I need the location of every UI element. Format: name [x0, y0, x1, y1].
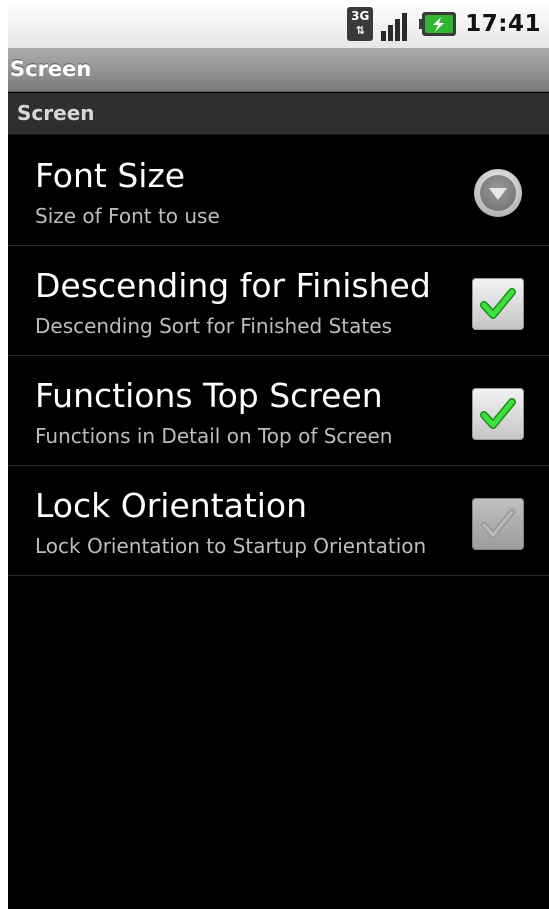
pref-font-size[interactable]: Font Size Size of Font to use — [8, 136, 549, 246]
category-label: Screen — [17, 101, 95, 125]
pref-summary: Size of Font to use — [35, 204, 220, 228]
checkmark-icon — [481, 509, 515, 538]
battery-charging-icon — [419, 10, 457, 38]
preference-category-header: Screen — [8, 93, 549, 135]
network-type-label: 3G — [351, 9, 370, 23]
pref-title: Font Size — [35, 156, 186, 195]
signal-strength-icon — [381, 7, 411, 41]
checkmark-icon — [480, 288, 516, 319]
dropdown-arrow-icon[interactable] — [474, 169, 522, 217]
page-title: Screen — [10, 57, 92, 81]
title-bar: Screen — [8, 48, 549, 92]
3g-data-icon: 3G ⇅ — [347, 7, 374, 41]
checkbox-functions-top-screen[interactable] — [472, 388, 524, 440]
checkbox-descending-finished[interactable] — [472, 278, 524, 330]
checkmark-icon — [480, 398, 516, 429]
status-bar: 3G ⇅ 17:41 — [8, 0, 549, 48]
empty-list-area — [8, 576, 549, 909]
app-screen: 3G ⇅ 17:41 Screen Screen Font Size Size … — [8, 0, 549, 909]
pref-summary: Functions in Detail on Top of Screen — [35, 424, 393, 448]
pref-title: Descending for Finished — [35, 266, 431, 305]
pref-lock-orientation[interactable]: Lock Orientation Lock Orientation to Sta… — [8, 466, 549, 576]
pref-summary: Descending Sort for Finished States — [35, 314, 392, 338]
pref-title: Lock Orientation — [35, 486, 308, 525]
checkbox-lock-orientation[interactable] — [472, 498, 524, 550]
pref-summary: Lock Orientation to Startup Orientation — [35, 534, 427, 558]
pref-title: Functions Top Screen — [35, 376, 383, 415]
status-time: 17:41 — [465, 11, 541, 37]
pref-descending-finished[interactable]: Descending for Finished Descending Sort … — [8, 246, 549, 356]
pref-functions-top-screen[interactable]: Functions Top Screen Functions in Detail… — [8, 356, 549, 466]
